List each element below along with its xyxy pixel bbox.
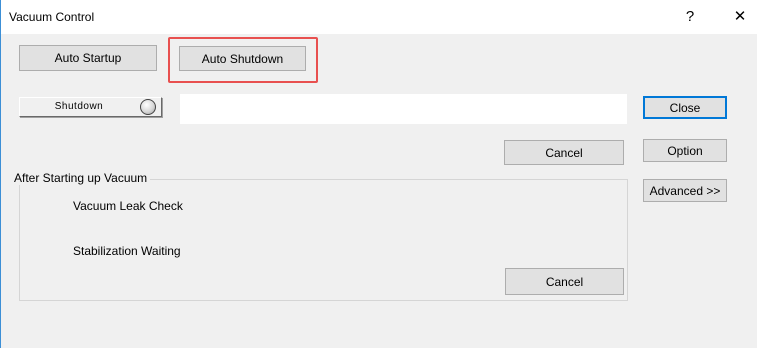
window-title: Vacuum Control	[9, 10, 95, 24]
after-startup-group-title: After Starting up Vacuum	[11, 171, 151, 185]
vacuum-leak-check-label: Vacuum Leak Check	[73, 199, 183, 213]
help-icon[interactable]: ?	[677, 6, 703, 28]
advanced-button[interactable]: Advanced >>	[643, 179, 727, 202]
after-startup-cancel-button[interactable]: Cancel	[505, 268, 624, 295]
close-window-icon[interactable]: ✕	[727, 6, 753, 28]
vacuum-status-indicator: Shutdown	[19, 97, 162, 117]
option-button[interactable]: Option	[643, 139, 727, 162]
status-message-field	[180, 94, 627, 124]
status-led-icon	[140, 99, 156, 115]
auto-startup-button[interactable]: Auto Startup	[19, 45, 157, 71]
vacuum-status-label: Shutdown	[54, 101, 104, 112]
close-button[interactable]: Close	[643, 96, 727, 119]
stabilization-waiting-label: Stabilization Waiting	[73, 244, 181, 258]
cancel-button[interactable]: Cancel	[504, 140, 624, 165]
vacuum-control-dialog: Vacuum Control ? ✕ Auto Startup Auto Shu…	[0, 0, 757, 348]
title-bar: Vacuum Control ? ✕	[1, 0, 757, 34]
auto-shutdown-button[interactable]: Auto Shutdown	[179, 46, 306, 71]
